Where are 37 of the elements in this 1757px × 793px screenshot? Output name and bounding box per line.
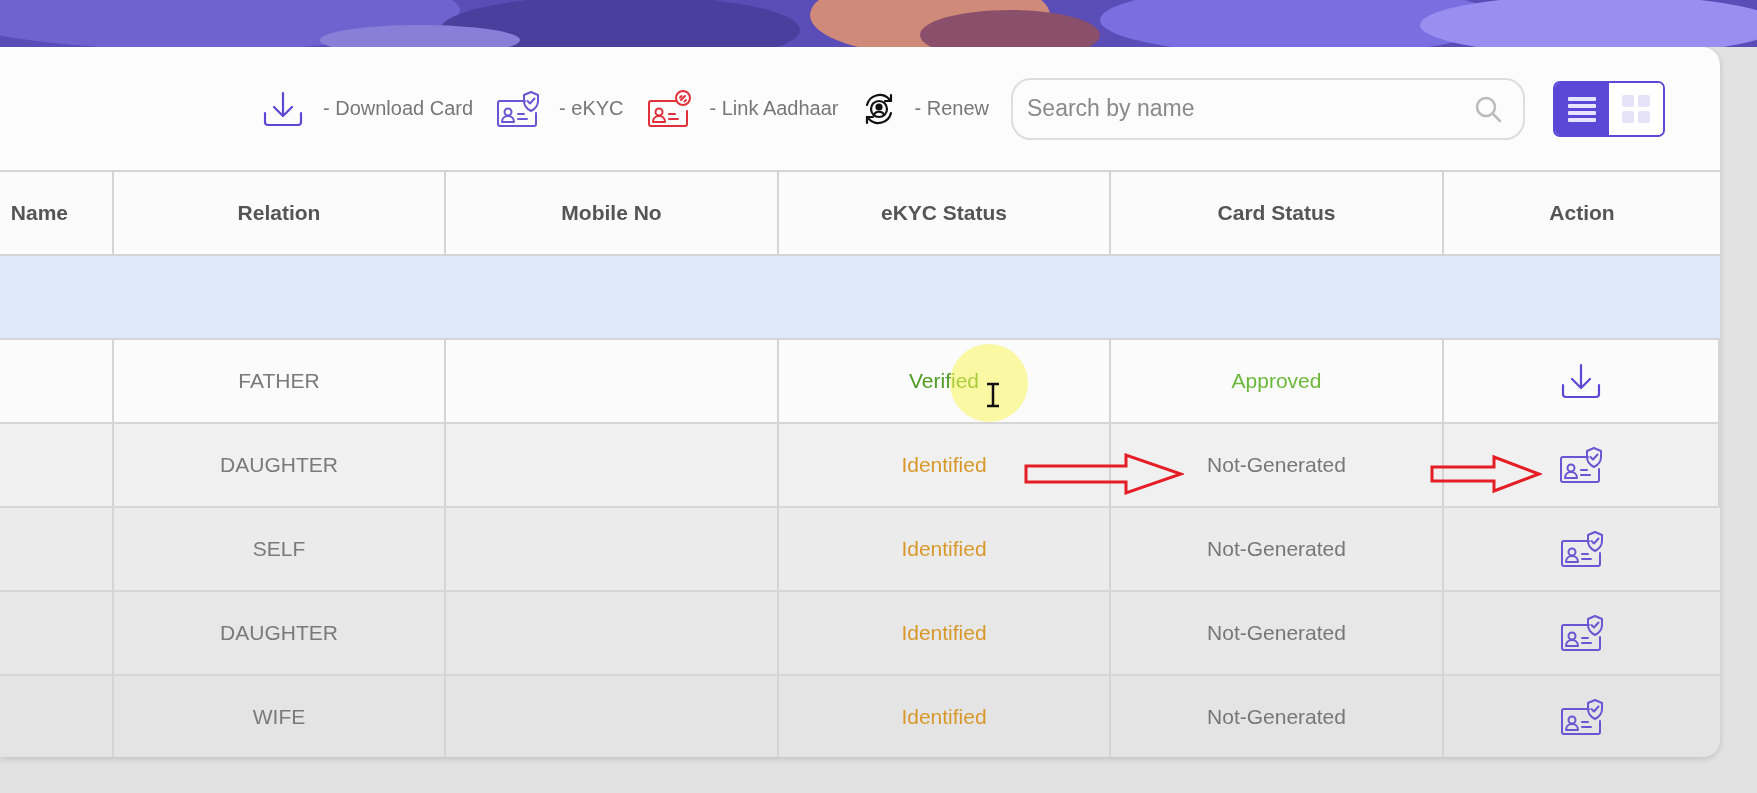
download-icon[interactable]	[1559, 361, 1603, 401]
id-card-shield-icon[interactable]	[1558, 445, 1604, 485]
status-text: Not-Generated	[1207, 621, 1346, 645]
status-text: Approved	[1231, 369, 1322, 393]
grid-icon	[1622, 94, 1650, 123]
id-card-shield-icon[interactable]	[1559, 613, 1605, 653]
text-cursor-icon	[986, 382, 1000, 408]
status-text: Not-Generated	[1207, 453, 1346, 477]
id-card-shield-icon[interactable]	[1559, 697, 1605, 737]
list-view-button[interactable]	[1555, 82, 1609, 135]
table-cell: DAUGHTER	[220, 453, 338, 477]
table-cell: DAUGHTER	[220, 621, 338, 645]
column-header: Name	[10, 201, 68, 225]
list-icon	[1568, 95, 1596, 122]
table-cell: FATHER	[238, 369, 320, 393]
status-text: Identified	[901, 453, 987, 477]
column-header: eKYC Status	[881, 201, 1007, 225]
id-card-shield-icon	[495, 88, 542, 129]
search-field[interactable]: Search by name	[1011, 77, 1525, 140]
legend-label: - eKYC	[559, 97, 624, 120]
column-header: Mobile No	[561, 201, 662, 225]
id-card-link-icon	[645, 88, 692, 129]
status-text: Identified	[901, 537, 987, 561]
status-text: Identified	[901, 705, 987, 729]
status-text: Identified	[901, 621, 987, 645]
status-text: Verified	[908, 369, 979, 393]
status-text: Not-Generated	[1207, 705, 1346, 729]
legend-label: - Renew	[914, 97, 989, 120]
table-cell: WIFE	[252, 705, 306, 729]
column-header: Action	[1549, 201, 1615, 225]
table-cell: SELF	[252, 537, 306, 561]
status-text: Not-Generated	[1207, 537, 1346, 561]
legend-label: - Link Aadhaar	[709, 97, 839, 120]
column-header: Relation	[237, 201, 321, 225]
id-card-shield-icon[interactable]	[1559, 529, 1605, 569]
column-header: Card Status	[1217, 201, 1336, 225]
legend-label: - Download Card	[323, 97, 474, 120]
